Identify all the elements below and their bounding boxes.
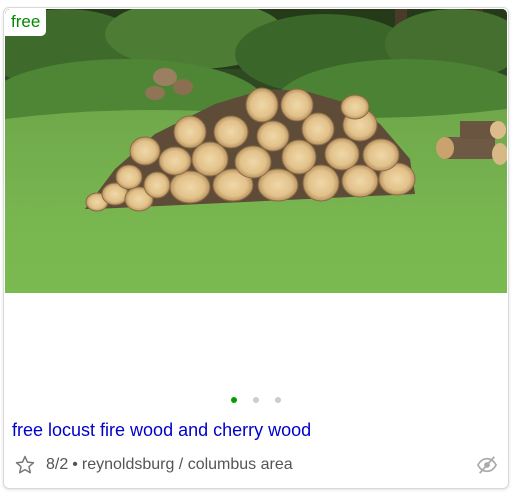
listing-title-link[interactable]: free locust fire wood and cherry wood bbox=[12, 418, 311, 442]
image-pager-dot[interactable] bbox=[275, 397, 281, 403]
listing-date: 8/2 bbox=[46, 456, 69, 473]
price-badge: free bbox=[5, 9, 47, 36]
meta-separator: • bbox=[72, 456, 78, 473]
image-pager-dot[interactable] bbox=[231, 397, 237, 403]
image-pager-dot[interactable] bbox=[253, 397, 259, 403]
star-outline-icon[interactable] bbox=[14, 454, 36, 476]
listing-card[interactable]: free free locust fire wood and cherry wo… bbox=[3, 7, 509, 489]
listing-location: reynoldsburg / columbus area bbox=[81, 456, 293, 473]
listing-meta: 8/2 • reynoldsburg / columbus area bbox=[14, 454, 498, 476]
listing-photo[interactable] bbox=[5, 9, 507, 293]
eye-slash-icon[interactable] bbox=[476, 455, 498, 475]
image-pager bbox=[4, 397, 508, 405]
